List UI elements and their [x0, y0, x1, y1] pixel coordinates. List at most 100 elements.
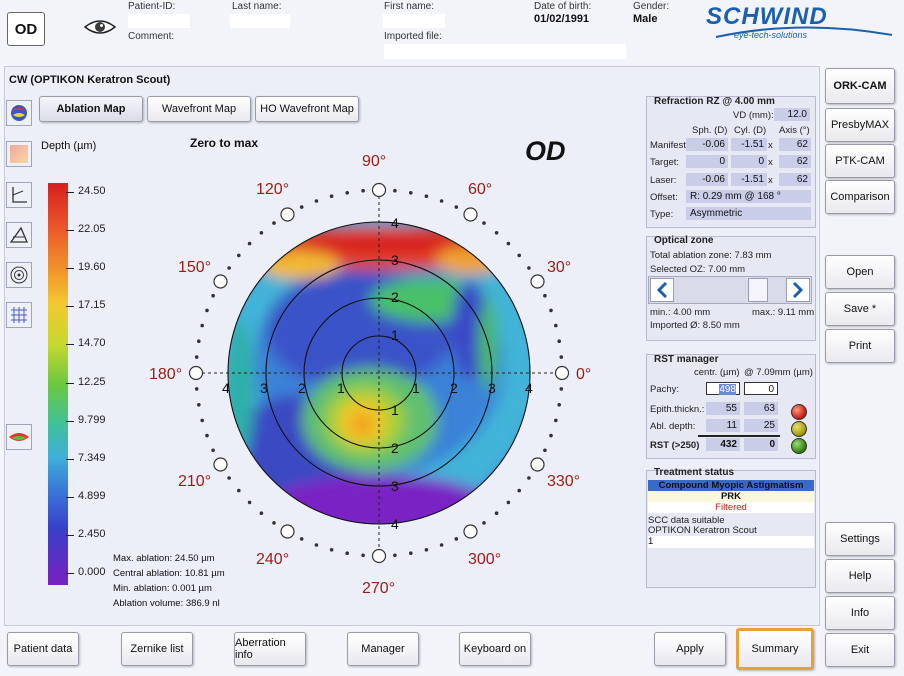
- scale-label: 4.899: [78, 489, 106, 502]
- oz-slider-right-button[interactable]: [786, 278, 810, 302]
- scale-tick: [66, 573, 74, 574]
- eye-icon: [83, 18, 117, 39]
- ring-num-top-4: 4: [391, 215, 399, 231]
- profile-tool[interactable]: [6, 222, 32, 248]
- scale-label: 2.450: [78, 527, 106, 540]
- ring-dot: [205, 308, 209, 313]
- grid-tool[interactable]: [6, 302, 32, 328]
- selected-oz: Selected OZ: 7.00 mm: [650, 264, 746, 275]
- settings-button[interactable]: Settings: [825, 522, 895, 556]
- apply-button[interactable]: Apply: [654, 632, 726, 666]
- ring-dot: [454, 205, 459, 209]
- gradient-icon: [10, 145, 28, 163]
- ring-num-left-1: 1: [337, 380, 345, 396]
- keyboard-on-button[interactable]: Keyboard on: [459, 632, 531, 666]
- ring-dot: [543, 448, 547, 453]
- ring-dot: [439, 543, 444, 547]
- summary-button[interactable]: Summary: [736, 628, 814, 670]
- ork-cam-button[interactable]: ORK-CAM: [825, 68, 895, 104]
- gender-value: Male: [633, 13, 658, 25]
- ring-dot: [329, 548, 334, 552]
- ablation-map[interactable]: 1 2 3 4 1 2 3 4 1 2 3 4 1 2 3 4 90° 120°…: [120, 140, 640, 610]
- target-cyl[interactable]: 0: [731, 155, 767, 168]
- print-button[interactable]: Print: [825, 329, 895, 363]
- zernike-list-button[interactable]: Zernike list: [121, 632, 193, 666]
- ring-dot: [211, 293, 215, 298]
- comment-label: Comment:: [128, 31, 175, 42]
- oz-slider-thumb[interactable]: [748, 278, 768, 302]
- scale-tick: [66, 230, 74, 232]
- angle-60: 60°: [468, 181, 492, 198]
- ptk-cam-button[interactable]: PTK-CAM: [825, 144, 895, 178]
- exit-button[interactable]: Exit: [825, 633, 895, 667]
- treatment-filtered: Filtered: [648, 502, 814, 513]
- rings-tool[interactable]: [6, 262, 32, 288]
- target-sph[interactable]: 0: [686, 155, 728, 168]
- oz-slider[interactable]: [648, 276, 812, 304]
- first-name-field[interactable]: [383, 14, 445, 28]
- ring-dot: [259, 511, 264, 515]
- ring-dot: [345, 191, 350, 195]
- ring-dot: [506, 241, 511, 246]
- angle-330: 330°: [547, 473, 580, 490]
- ring-dot: [200, 323, 204, 328]
- pachy-central-value: 498: [719, 384, 736, 395]
- traffic-light-red-icon: [791, 404, 807, 420]
- patient-id-field[interactable]: [128, 14, 190, 28]
- map-view-tool[interactable]: [6, 100, 32, 126]
- ring-dot: [194, 355, 199, 359]
- pachy-periph[interactable]: 0: [744, 382, 778, 395]
- treatment-line2: OPTIKON Keratron Scout: [648, 525, 757, 536]
- scale-tick: [66, 382, 74, 384]
- ring-dot: [345, 551, 350, 555]
- ring-dot: [506, 500, 511, 505]
- laser-cyl[interactable]: -1.51: [731, 173, 767, 186]
- last-name-field[interactable]: [230, 14, 290, 28]
- manifest-axis[interactable]: 62: [779, 138, 811, 151]
- patient-data-button[interactable]: Patient data: [7, 632, 79, 666]
- ring-num-right-4: 4: [525, 380, 533, 396]
- ring-dot: [393, 188, 397, 193]
- rst-central: 432: [706, 438, 740, 451]
- open-button[interactable]: Open: [825, 255, 895, 289]
- vd-value[interactable]: 12.0: [774, 108, 810, 121]
- aberration-info-button[interactable]: Aberration info: [234, 632, 306, 666]
- target-axis[interactable]: 62: [779, 155, 811, 168]
- imported-file-field[interactable]: [384, 44, 626, 59]
- epith-periph[interactable]: 63: [744, 402, 778, 415]
- manifest-cyl[interactable]: -1.51: [731, 138, 767, 151]
- laser-sph[interactable]: -0.06: [686, 173, 728, 186]
- ring-dot: [424, 548, 429, 552]
- tab-wavefront-map[interactable]: Wavefront Map: [147, 96, 251, 122]
- lens-tool[interactable]: [6, 424, 32, 450]
- tab-ho-wavefront-map[interactable]: HO Wavefront Map: [255, 96, 359, 122]
- rst-col-centr: centr. (µm): [694, 367, 740, 378]
- epith-central[interactable]: 55: [706, 402, 740, 415]
- laser-axis[interactable]: 62: [779, 173, 811, 186]
- manager-button[interactable]: Manager: [347, 632, 419, 666]
- ring-dot: [361, 188, 365, 193]
- ring-dot: [361, 553, 365, 558]
- manifest-sph[interactable]: -0.06: [686, 138, 728, 151]
- ring-dot: [247, 241, 252, 246]
- gradient-tool[interactable]: [6, 141, 32, 167]
- angle-300: 300°: [468, 551, 501, 568]
- ring-dot: [482, 221, 486, 225]
- col-sph: Sph. (D): [692, 125, 728, 136]
- ring-num-top-3: 3: [391, 252, 399, 268]
- oz-slider-left-button[interactable]: [650, 278, 674, 302]
- axis-tool[interactable]: [6, 182, 32, 208]
- info-button[interactable]: Info: [825, 596, 895, 630]
- save-button[interactable]: Save *: [825, 292, 895, 326]
- eye-badge: OD: [7, 12, 45, 46]
- comparison-button[interactable]: Comparison: [825, 180, 895, 214]
- help-button[interactable]: Help: [825, 559, 895, 593]
- manifest-label: Manifest:: [650, 140, 689, 151]
- rst-col-at: @ 7.09mm (µm): [744, 367, 813, 378]
- tab-ablation-map[interactable]: Ablation Map: [39, 96, 143, 122]
- ring-dot: [237, 488, 241, 493]
- type-value[interactable]: Asymmetric: [686, 207, 811, 220]
- presbymax-button[interactable]: PresbyMAX: [825, 108, 895, 142]
- oz-imported: Imported Ø: 8.50 mm: [650, 320, 740, 331]
- pachy-central[interactable]: 498: [706, 382, 740, 395]
